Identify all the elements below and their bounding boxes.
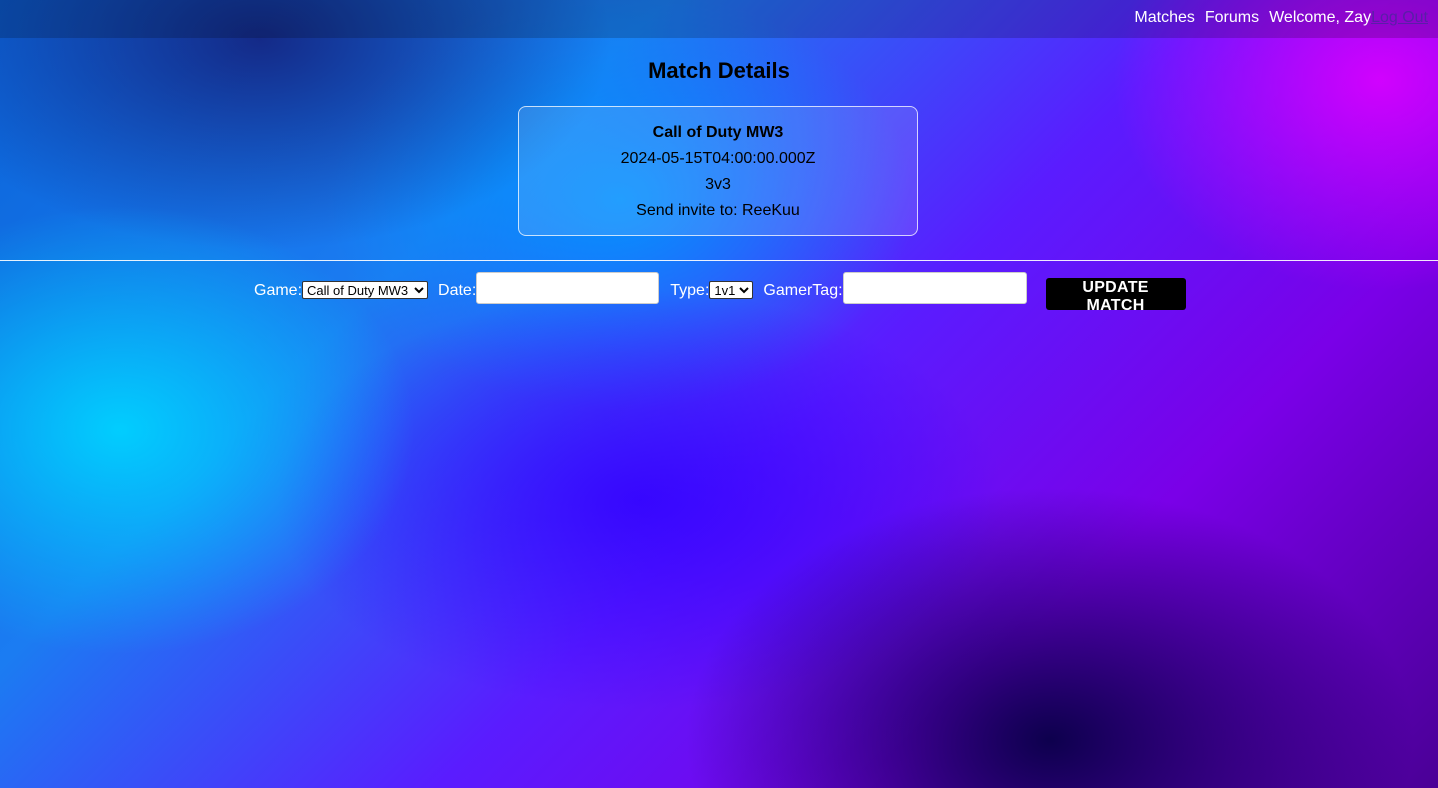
game-label: Game: <box>254 282 303 299</box>
nav-links: Matches Forums Welcome, Zay Log Out <box>1124 9 1428 27</box>
match-type: 3v3 <box>705 176 731 193</box>
page-title: Match Details <box>648 58 790 83</box>
match-date: 2024-05-15T04:00:00.000Z <box>620 150 816 167</box>
game-select[interactable]: Call of Duty MW3 <box>302 281 429 299</box>
logout-link[interactable]: Log Out <box>1371 9 1428 27</box>
nav-forums-link[interactable]: Forums <box>1205 9 1259 27</box>
nav-matches-link[interactable]: Matches <box>1134 9 1194 27</box>
type-label: Type: <box>670 282 710 299</box>
date-label: Date: <box>438 282 477 299</box>
top-navbar: Matches Forums Welcome, Zay Log Out <box>0 0 1438 38</box>
gamertag-label: GamerTag: <box>763 282 843 299</box>
divider <box>0 260 1438 261</box>
gamertag-input[interactable] <box>842 272 1027 304</box>
date-input[interactable] <box>476 272 660 304</box>
match-details-card: Call of Duty MW3 2024-05-15T04:00:00.000… <box>518 106 918 236</box>
type-select[interactable]: 1v1 <box>709 281 754 299</box>
match-game: Call of Duty MW3 <box>652 124 784 141</box>
update-match-form: Game: Call of Duty MW3 Date: Type: 1v1 G… <box>254 272 1186 314</box>
update-match-button[interactable]: UPDATE MATCH <box>1045 278 1186 314</box>
welcome-text: Welcome, Zay <box>1269 9 1372 26</box>
match-invite: Send invite to: ReeKuu <box>636 202 800 219</box>
